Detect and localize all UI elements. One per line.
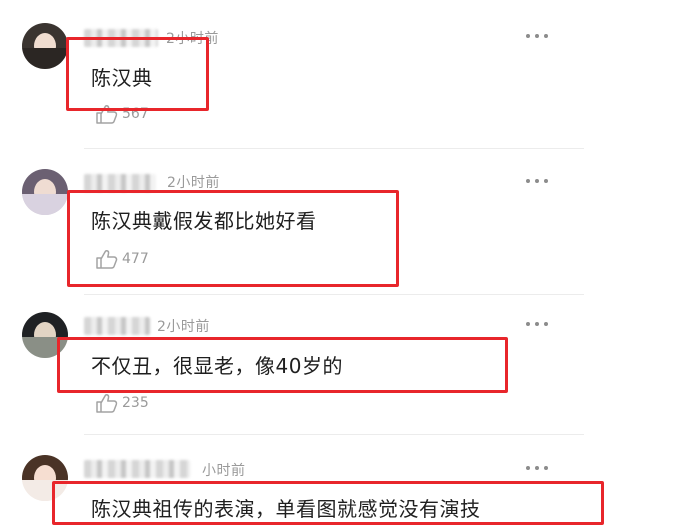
avatar[interactable] — [22, 23, 68, 69]
more-dots-icon — [526, 179, 530, 183]
comment-text: 陈汉典戴假发都比她好看 — [91, 209, 317, 233]
like-button[interactable]: 567 — [95, 104, 165, 124]
like-button[interactable]: 477 — [95, 249, 165, 269]
like-count: 567 — [122, 106, 149, 122]
username-blurred[interactable] — [84, 317, 150, 335]
comment-time: 2小时前 — [157, 319, 210, 335]
avatar[interactable] — [22, 169, 68, 215]
more-options-button[interactable] — [526, 34, 550, 40]
like-count: 477 — [122, 251, 149, 267]
thumbs-up-icon — [96, 394, 118, 413]
more-options-button[interactable] — [526, 466, 550, 472]
username-blurred[interactable] — [84, 174, 156, 192]
comment-text: 陈汉典 — [91, 66, 153, 90]
like-count: 235 — [122, 395, 149, 411]
thumbs-up-icon — [96, 105, 118, 124]
more-dots-icon — [526, 34, 530, 38]
comment-time: 2小时前 — [166, 31, 219, 47]
thumbs-up-icon — [96, 250, 118, 269]
more-options-button[interactable] — [526, 322, 550, 328]
comment-time: 小时前 — [202, 463, 246, 479]
comment-time: 2小时前 — [167, 175, 220, 191]
more-options-button[interactable] — [526, 179, 550, 185]
comment-item: 2小时前 陈汉典戴假发都比她好看 477 — [0, 150, 683, 295]
comment-text: 陈汉典祖传的表演，单看图就感觉没有演技 — [91, 497, 481, 521]
username-blurred[interactable] — [84, 29, 158, 47]
comment-item: 2小时前 陈汉典 567 — [0, 0, 683, 150]
more-dots-icon — [526, 322, 530, 326]
username-blurred[interactable] — [84, 460, 190, 478]
more-dots-icon — [526, 466, 530, 470]
comment-item: 2小时前 不仅丑，很显老，像40岁的 235 — [0, 295, 683, 435]
comment-item: 小时前 陈汉典祖传的表演，单看图就感觉没有演技 — [0, 435, 683, 525]
avatar[interactable] — [22, 455, 68, 501]
avatar[interactable] — [22, 312, 68, 358]
comment-text: 不仅丑，很显老，像40岁的 — [91, 354, 343, 378]
divider — [84, 148, 584, 149]
like-button[interactable]: 235 — [95, 393, 165, 413]
